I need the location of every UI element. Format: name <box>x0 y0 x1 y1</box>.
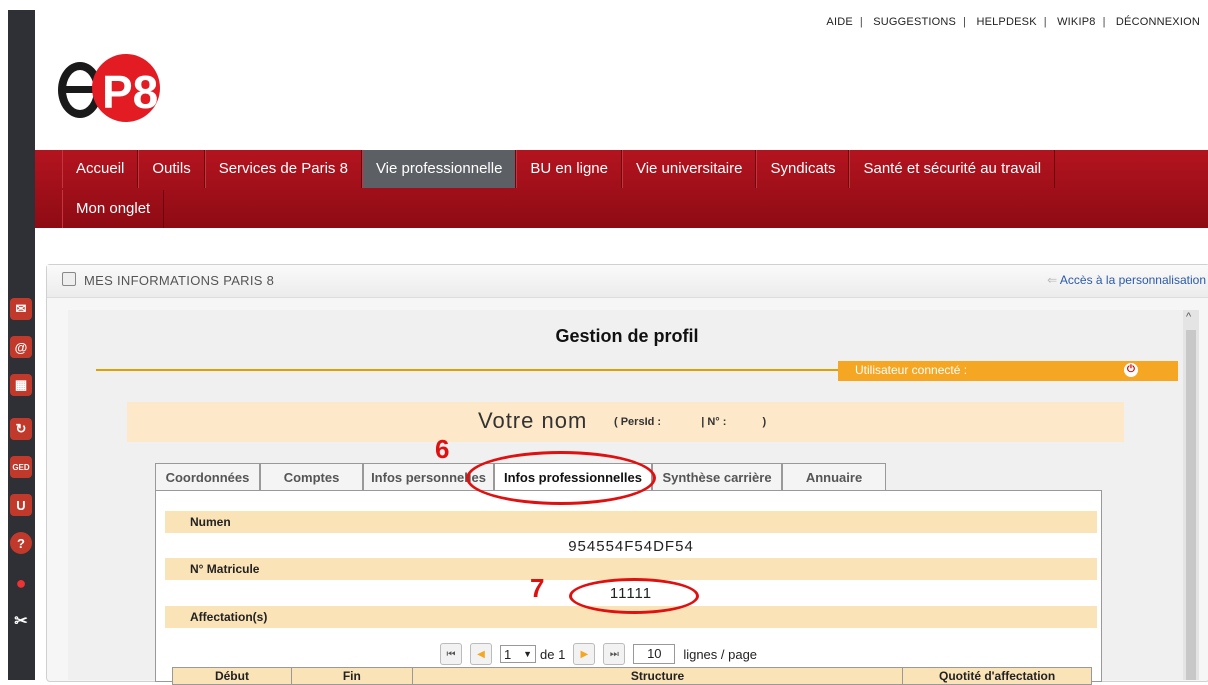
connected-user-label: Utilisateur connecté : <box>855 363 968 377</box>
menu-bu-en-ligne[interactable]: BU en ligne <box>516 150 622 188</box>
chevron-down-icon: ▼ <box>523 649 532 659</box>
arrow-left-icon: ⇐ <box>1047 273 1060 287</box>
page-title: Gestion de profil <box>555 326 699 346</box>
close-paren: ) <box>762 416 767 428</box>
col-structure[interactable]: Structure <box>413 668 904 684</box>
portlet-title: MES INFORMATIONS PARIS 8 <box>84 273 275 288</box>
help-icon[interactable]: ? <box>10 532 32 554</box>
university-icon[interactable]: U <box>10 494 32 516</box>
calendar-icon[interactable]: ▦ <box>10 374 32 396</box>
scrollbar-thumb[interactable] <box>1186 330 1196 680</box>
link-wikip8[interactable]: WIKIP8 <box>1057 16 1096 28</box>
last-page-icon[interactable]: ⏭ <box>603 643 626 665</box>
pin-icon[interactable]: ● <box>10 572 32 594</box>
top-links: AIDE | SUGGESTIONS | HELPDESK | WIKIP8 | DÉC… <box>826 16 1200 28</box>
user-name: Votre nom <box>478 408 588 433</box>
menu-accueil[interactable]: Accueil <box>62 150 139 188</box>
section-numen: Numen <box>165 511 1097 533</box>
menu-sante-securite[interactable]: Santé et sécurité au travail <box>849 150 1056 188</box>
personalisation-link-label: Accès à la personnalisation <box>1059 273 1206 287</box>
affectation-label: Affectation(s) <box>190 610 268 624</box>
tab-annuaire[interactable]: Annuaire <box>782 463 886 491</box>
sync-icon[interactable]: ↻ <box>10 418 32 440</box>
lock-icon <box>62 272 76 286</box>
menu-vie-universitaire[interactable]: Vie universitaire <box>621 150 757 188</box>
ged-icon[interactable]: GED <box>10 456 32 478</box>
num-label: | N° : <box>701 416 727 428</box>
menu-mon-onglet[interactable]: Mon onglet <box>62 190 165 228</box>
numen-value: 954554F54DF54 <box>568 538 694 555</box>
tab-coordonnees[interactable]: Coordonnées <box>155 463 260 491</box>
tools-icon[interactable]: ✂ <box>10 610 32 632</box>
page-select-value: 1 <box>504 646 512 662</box>
logout-icon[interactable]: ⏻ <box>1124 363 1138 377</box>
scroll-up-icon[interactable]: ^ <box>1186 311 1191 323</box>
link-deconnexion[interactable]: DÉCONNEXION <box>1116 16 1200 28</box>
lines-per-page-input[interactable]: 10 <box>633 644 676 664</box>
menu-row-2: Mon onglet <box>62 190 165 228</box>
col-debut[interactable]: Début <box>173 668 292 684</box>
next-page-icon[interactable]: ▶ <box>573 643 596 665</box>
menu-syndicats[interactable]: Syndicats <box>756 150 850 188</box>
persid-label: ( PersId : <box>614 416 662 428</box>
annotation-7: 7 <box>530 573 545 603</box>
page-of-label: de 1 <box>540 646 566 662</box>
pager: ⏮ ◀ 1 ▼ de 1 ▶ ⏭ 10 lignes / page <box>440 642 757 666</box>
menu-vie-professionnelle[interactable]: Vie professionnelle <box>361 150 517 188</box>
col-quotite[interactable]: Quotité d'affectation <box>903 668 1091 684</box>
lines-per-page-label: lignes / page <box>683 646 758 662</box>
link-suggestions[interactable]: SUGGESTIONS <box>873 16 956 28</box>
menu-services-paris8[interactable]: Services de Paris 8 <box>204 150 362 188</box>
annotation-ellipse-tab <box>466 451 656 505</box>
mail-icon[interactable]: ✉ <box>10 298 32 320</box>
prev-page-icon[interactable]: ◀ <box>470 643 492 665</box>
link-helpdesk[interactable]: HELPDESK <box>976 16 1036 28</box>
user-ids: ( PersId : | N° : ) <box>614 416 766 428</box>
menu-outils[interactable]: Outils <box>138 150 205 188</box>
link-aide[interactable]: AIDE <box>826 16 852 28</box>
personalisation-link[interactable]: ⇐ Accès à la personnalisation <box>1047 273 1206 287</box>
user-divider <box>96 369 846 371</box>
affectation-table-header: Début Fin Structure Quotité d'affectatio… <box>172 667 1092 685</box>
annotation-ellipse-matricule <box>569 578 699 614</box>
tab-synthese-carriere[interactable]: Synthèse carrière <box>652 463 782 491</box>
numen-label: Numen <box>190 515 231 529</box>
section-matricule: N° Matricule <box>165 558 1097 580</box>
menu-row-1: Accueil Outils Services de Paris 8 Vie p… <box>62 150 1056 188</box>
ep8-logo[interactable]: P8 <box>40 48 200 128</box>
annotation-6: 6 <box>435 434 450 464</box>
page-select[interactable]: 1 ▼ <box>500 645 536 663</box>
col-fin[interactable]: Fin <box>292 668 413 684</box>
svg-text:P8: P8 <box>102 66 158 118</box>
matricule-label: N° Matricule <box>190 562 260 576</box>
tab-comptes[interactable]: Comptes <box>260 463 363 491</box>
first-page-icon[interactable]: ⏮ <box>440 643 462 665</box>
